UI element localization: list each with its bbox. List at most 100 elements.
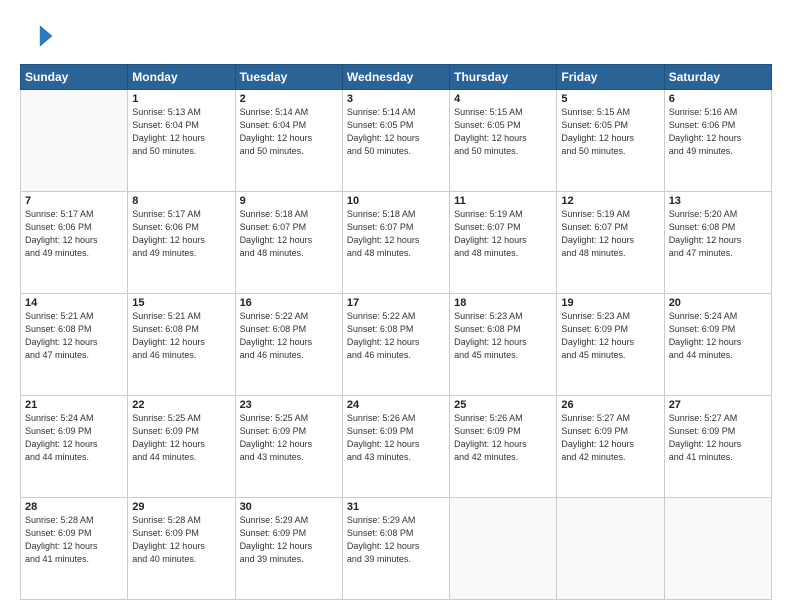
day-number: 3 <box>347 93 445 105</box>
calendar-cell: 26Sunrise: 5:27 AM Sunset: 6:09 PM Dayli… <box>557 396 664 498</box>
day-number: 2 <box>240 93 338 105</box>
calendar-cell: 15Sunrise: 5:21 AM Sunset: 6:08 PM Dayli… <box>128 294 235 396</box>
calendar-cell: 19Sunrise: 5:23 AM Sunset: 6:09 PM Dayli… <box>557 294 664 396</box>
calendar-cell <box>664 498 771 600</box>
calendar-cell: 27Sunrise: 5:27 AM Sunset: 6:09 PM Dayli… <box>664 396 771 498</box>
day-info: Sunrise: 5:26 AM Sunset: 6:09 PM Dayligh… <box>454 412 552 464</box>
day-info: Sunrise: 5:24 AM Sunset: 6:09 PM Dayligh… <box>669 310 767 362</box>
day-number: 11 <box>454 195 552 207</box>
day-info: Sunrise: 5:24 AM Sunset: 6:09 PM Dayligh… <box>25 412 123 464</box>
calendar-cell: 10Sunrise: 5:18 AM Sunset: 6:07 PM Dayli… <box>342 192 449 294</box>
day-info: Sunrise: 5:21 AM Sunset: 6:08 PM Dayligh… <box>25 310 123 362</box>
calendar-cell: 29Sunrise: 5:28 AM Sunset: 6:09 PM Dayli… <box>128 498 235 600</box>
day-number: 12 <box>561 195 659 207</box>
day-info: Sunrise: 5:18 AM Sunset: 6:07 PM Dayligh… <box>240 208 338 260</box>
calendar-day-header: Saturday <box>664 65 771 90</box>
calendar-cell: 18Sunrise: 5:23 AM Sunset: 6:08 PM Dayli… <box>450 294 557 396</box>
calendar-cell: 16Sunrise: 5:22 AM Sunset: 6:08 PM Dayli… <box>235 294 342 396</box>
page: SundayMondayTuesdayWednesdayThursdayFrid… <box>0 0 792 612</box>
day-info: Sunrise: 5:14 AM Sunset: 6:04 PM Dayligh… <box>240 106 338 158</box>
calendar-day-header: Friday <box>557 65 664 90</box>
day-info: Sunrise: 5:19 AM Sunset: 6:07 PM Dayligh… <box>454 208 552 260</box>
calendar-cell: 17Sunrise: 5:22 AM Sunset: 6:08 PM Dayli… <box>342 294 449 396</box>
day-info: Sunrise: 5:27 AM Sunset: 6:09 PM Dayligh… <box>669 412 767 464</box>
calendar-day-header: Wednesday <box>342 65 449 90</box>
day-number: 25 <box>454 399 552 411</box>
calendar-cell: 5Sunrise: 5:15 AM Sunset: 6:05 PM Daylig… <box>557 90 664 192</box>
calendar-week-row: 14Sunrise: 5:21 AM Sunset: 6:08 PM Dayli… <box>21 294 772 396</box>
day-number: 14 <box>25 297 123 309</box>
day-number: 29 <box>132 501 230 513</box>
calendar-cell <box>450 498 557 600</box>
day-number: 5 <box>561 93 659 105</box>
day-number: 21 <box>25 399 123 411</box>
day-number: 16 <box>240 297 338 309</box>
day-info: Sunrise: 5:16 AM Sunset: 6:06 PM Dayligh… <box>669 106 767 158</box>
day-number: 6 <box>669 93 767 105</box>
header <box>20 18 772 54</box>
calendar-cell: 13Sunrise: 5:20 AM Sunset: 6:08 PM Dayli… <box>664 192 771 294</box>
calendar-cell <box>557 498 664 600</box>
calendar-cell: 6Sunrise: 5:16 AM Sunset: 6:06 PM Daylig… <box>664 90 771 192</box>
day-number: 18 <box>454 297 552 309</box>
calendar-table: SundayMondayTuesdayWednesdayThursdayFrid… <box>20 64 772 600</box>
day-info: Sunrise: 5:26 AM Sunset: 6:09 PM Dayligh… <box>347 412 445 464</box>
logo <box>20 18 58 54</box>
calendar-cell: 25Sunrise: 5:26 AM Sunset: 6:09 PM Dayli… <box>450 396 557 498</box>
day-number: 13 <box>669 195 767 207</box>
calendar-week-row: 21Sunrise: 5:24 AM Sunset: 6:09 PM Dayli… <box>21 396 772 498</box>
logo-icon <box>20 18 56 54</box>
day-info: Sunrise: 5:14 AM Sunset: 6:05 PM Dayligh… <box>347 106 445 158</box>
day-info: Sunrise: 5:28 AM Sunset: 6:09 PM Dayligh… <box>25 514 123 566</box>
calendar-cell: 31Sunrise: 5:29 AM Sunset: 6:08 PM Dayli… <box>342 498 449 600</box>
calendar-cell: 23Sunrise: 5:25 AM Sunset: 6:09 PM Dayli… <box>235 396 342 498</box>
day-number: 15 <box>132 297 230 309</box>
day-number: 20 <box>669 297 767 309</box>
calendar-cell: 11Sunrise: 5:19 AM Sunset: 6:07 PM Dayli… <box>450 192 557 294</box>
day-info: Sunrise: 5:23 AM Sunset: 6:08 PM Dayligh… <box>454 310 552 362</box>
day-info: Sunrise: 5:19 AM Sunset: 6:07 PM Dayligh… <box>561 208 659 260</box>
day-number: 22 <box>132 399 230 411</box>
day-info: Sunrise: 5:25 AM Sunset: 6:09 PM Dayligh… <box>240 412 338 464</box>
day-info: Sunrise: 5:27 AM Sunset: 6:09 PM Dayligh… <box>561 412 659 464</box>
calendar-cell: 24Sunrise: 5:26 AM Sunset: 6:09 PM Dayli… <box>342 396 449 498</box>
calendar-week-row: 28Sunrise: 5:28 AM Sunset: 6:09 PM Dayli… <box>21 498 772 600</box>
day-info: Sunrise: 5:18 AM Sunset: 6:07 PM Dayligh… <box>347 208 445 260</box>
day-info: Sunrise: 5:13 AM Sunset: 6:04 PM Dayligh… <box>132 106 230 158</box>
day-number: 4 <box>454 93 552 105</box>
calendar-cell: 2Sunrise: 5:14 AM Sunset: 6:04 PM Daylig… <box>235 90 342 192</box>
day-number: 9 <box>240 195 338 207</box>
calendar-cell: 4Sunrise: 5:15 AM Sunset: 6:05 PM Daylig… <box>450 90 557 192</box>
calendar-cell: 9Sunrise: 5:18 AM Sunset: 6:07 PM Daylig… <box>235 192 342 294</box>
calendar-week-row: 1Sunrise: 5:13 AM Sunset: 6:04 PM Daylig… <box>21 90 772 192</box>
calendar-day-header: Monday <box>128 65 235 90</box>
day-info: Sunrise: 5:17 AM Sunset: 6:06 PM Dayligh… <box>132 208 230 260</box>
day-number: 17 <box>347 297 445 309</box>
day-number: 8 <box>132 195 230 207</box>
calendar-cell <box>21 90 128 192</box>
day-number: 10 <box>347 195 445 207</box>
day-number: 28 <box>25 501 123 513</box>
calendar-cell: 8Sunrise: 5:17 AM Sunset: 6:06 PM Daylig… <box>128 192 235 294</box>
calendar-cell: 7Sunrise: 5:17 AM Sunset: 6:06 PM Daylig… <box>21 192 128 294</box>
calendar-header-row: SundayMondayTuesdayWednesdayThursdayFrid… <box>21 65 772 90</box>
day-info: Sunrise: 5:22 AM Sunset: 6:08 PM Dayligh… <box>347 310 445 362</box>
calendar-day-header: Thursday <box>450 65 557 90</box>
calendar-cell: 12Sunrise: 5:19 AM Sunset: 6:07 PM Dayli… <box>557 192 664 294</box>
day-info: Sunrise: 5:15 AM Sunset: 6:05 PM Dayligh… <box>561 106 659 158</box>
calendar-cell: 28Sunrise: 5:28 AM Sunset: 6:09 PM Dayli… <box>21 498 128 600</box>
calendar-day-header: Tuesday <box>235 65 342 90</box>
day-number: 26 <box>561 399 659 411</box>
day-number: 24 <box>347 399 445 411</box>
calendar-cell: 22Sunrise: 5:25 AM Sunset: 6:09 PM Dayli… <box>128 396 235 498</box>
day-info: Sunrise: 5:20 AM Sunset: 6:08 PM Dayligh… <box>669 208 767 260</box>
calendar-cell: 1Sunrise: 5:13 AM Sunset: 6:04 PM Daylig… <box>128 90 235 192</box>
calendar-cell: 30Sunrise: 5:29 AM Sunset: 6:09 PM Dayli… <box>235 498 342 600</box>
day-info: Sunrise: 5:17 AM Sunset: 6:06 PM Dayligh… <box>25 208 123 260</box>
day-info: Sunrise: 5:22 AM Sunset: 6:08 PM Dayligh… <box>240 310 338 362</box>
calendar-cell: 21Sunrise: 5:24 AM Sunset: 6:09 PM Dayli… <box>21 396 128 498</box>
day-number: 7 <box>25 195 123 207</box>
day-number: 23 <box>240 399 338 411</box>
day-number: 30 <box>240 501 338 513</box>
day-info: Sunrise: 5:29 AM Sunset: 6:09 PM Dayligh… <box>240 514 338 566</box>
